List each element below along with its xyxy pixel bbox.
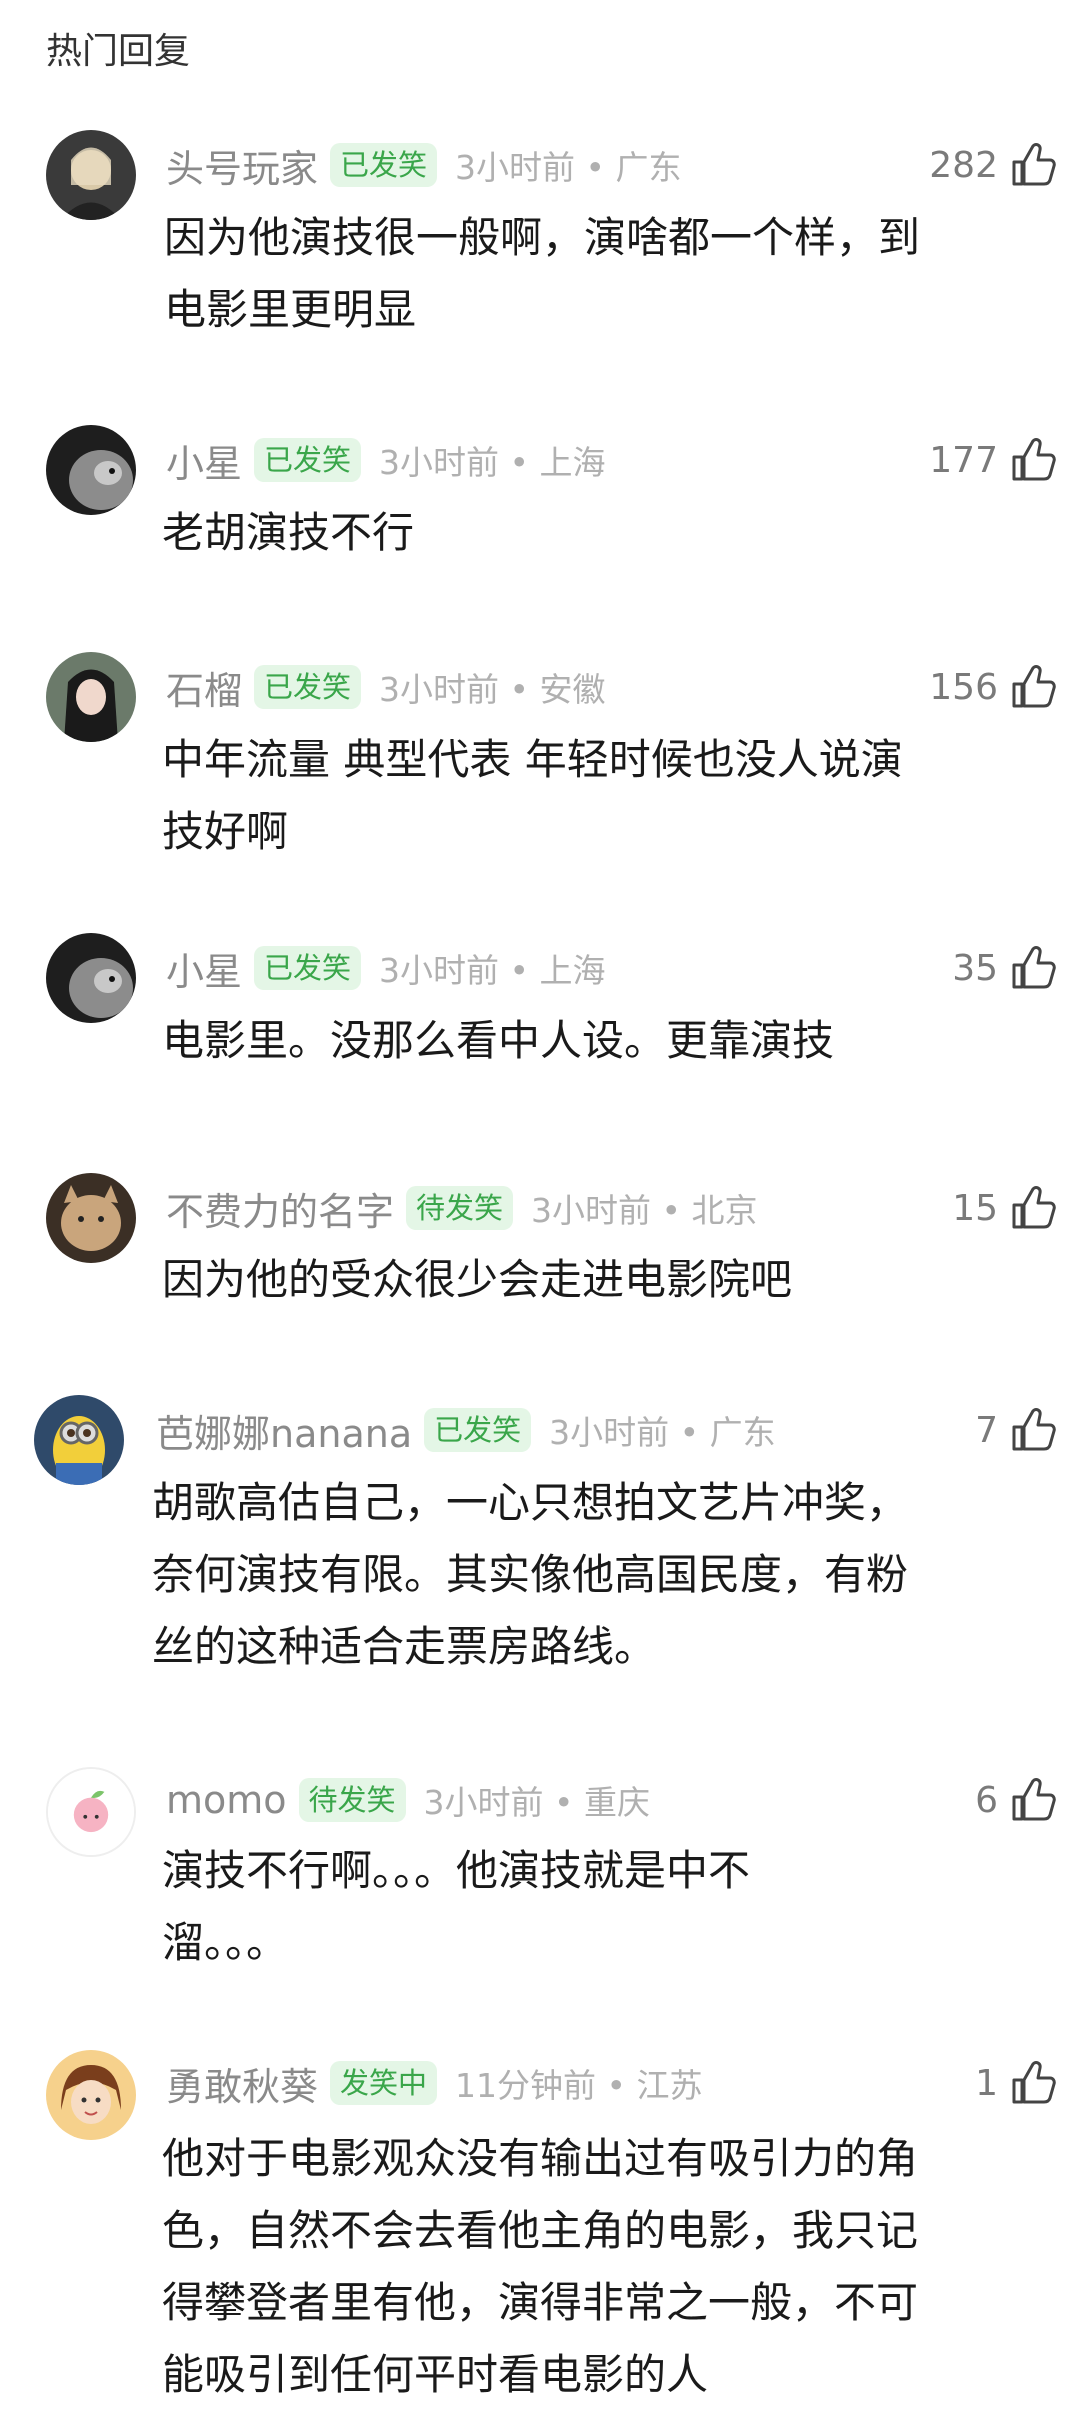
- timestamp-location: 11分钟前 • 江苏: [455, 2066, 703, 2105]
- like-button[interactable]: 7: [975, 1402, 1058, 1458]
- bottom-fade: [0, 2395, 1080, 2435]
- like-count: 15: [952, 1187, 998, 1229]
- comment-text: 电影里。没那么看中人设。更靠演技: [162, 1016, 835, 1065]
- timestamp-location: 3小时前 • 广东: [455, 148, 682, 187]
- status-badge: 发笑中: [330, 2061, 438, 2105]
- like-button[interactable]: 15: [952, 1180, 1058, 1236]
- status-badge: 待发笑: [298, 1778, 406, 1822]
- timestamp-location: 3小时前 • 北京: [531, 1191, 758, 1230]
- username[interactable]: 头号玩家: [166, 138, 318, 193]
- username[interactable]: 小星: [166, 433, 242, 488]
- like-count: 7: [975, 1409, 998, 1451]
- like-count: 177: [929, 439, 998, 481]
- thumbs-up-icon: [1012, 2061, 1056, 2104]
- like-button[interactable]: 156: [929, 659, 1058, 715]
- avatar[interactable]: [46, 1173, 136, 1263]
- timestamp-location: 3小时前 • 上海: [379, 951, 606, 990]
- username[interactable]: momo: [166, 1778, 287, 1822]
- like-button[interactable]: 6: [975, 1772, 1058, 1828]
- thumbs-up-icon: [1012, 1778, 1056, 1821]
- username[interactable]: 小星: [166, 941, 242, 996]
- comment-text: 演技不行啊。。。他演技就是中不 溜。。。: [162, 1846, 751, 1967]
- timestamp-location: 3小时前 • 安徽: [379, 670, 606, 709]
- thumbs-up-icon: [1012, 946, 1056, 989]
- status-badge: 已发笑: [424, 1408, 532, 1452]
- like-count: 156: [929, 666, 998, 708]
- status-badge: 已发笑: [254, 438, 362, 482]
- comment-text: 因为他的受众很少会走进电影院吧: [162, 1255, 793, 1304]
- status-badge: 已发笑: [254, 946, 362, 990]
- like-count: 6: [975, 1779, 998, 1821]
- like-button[interactable]: 1: [975, 2055, 1058, 2111]
- avatar[interactable]: [46, 652, 136, 742]
- avatar[interactable]: [46, 130, 136, 220]
- comment-text: 胡歌高估自己，一心只想拍文艺片冲奖， 奈何演技有限。其实像他高国民度，有粉 丝的…: [152, 1478, 909, 1671]
- username[interactable]: 勇敢秋葵: [166, 2056, 318, 2111]
- timestamp-location: 3小时前 • 广东: [549, 1413, 776, 1452]
- username[interactable]: 芭娜娜nanana: [156, 1403, 412, 1458]
- thumbs-up-icon: [1012, 143, 1056, 186]
- like-button[interactable]: 35: [952, 940, 1058, 996]
- avatar[interactable]: [46, 1767, 136, 1857]
- status-badge: 待发笑: [406, 1186, 514, 1230]
- like-button[interactable]: 177: [929, 432, 1058, 488]
- avatar[interactable]: [46, 933, 136, 1023]
- thumbs-up-icon: [1012, 1186, 1056, 1229]
- timestamp-location: 3小时前 • 上海: [379, 443, 606, 482]
- comment-text: 老胡演技不行: [162, 508, 415, 557]
- like-button[interactable]: 282: [929, 137, 1058, 193]
- username[interactable]: 石榴: [166, 660, 242, 715]
- comment-text: 中年流量 典型代表 年轻时候也没人说演 技好啊: [162, 735, 903, 856]
- thumbs-up-icon: [1012, 1408, 1056, 1451]
- comment-text: 他对于电影观众没有输出过有吸引力的角 色，自然不会去看他主角的电影，我只记 得攀…: [162, 2134, 919, 2399]
- like-count: 1: [975, 2062, 998, 2104]
- avatar[interactable]: [46, 425, 136, 515]
- like-count: 35: [952, 947, 998, 989]
- hot-replies-title: 热门回复: [46, 31, 191, 72]
- avatar[interactable]: [34, 1395, 124, 1485]
- thumbs-up-icon: [1012, 438, 1056, 481]
- status-badge: 已发笑: [254, 665, 362, 709]
- like-count: 282: [929, 144, 998, 186]
- comment-text: 因为他演技很一般啊，演啥都一个样，到 电影里更明显: [164, 213, 921, 334]
- timestamp-location: 3小时前 • 重庆: [423, 1783, 650, 1822]
- status-badge: 已发笑: [330, 143, 438, 187]
- thumbs-up-icon: [1012, 665, 1056, 708]
- username[interactable]: 不费力的名字: [166, 1181, 394, 1236]
- avatar[interactable]: [46, 2050, 136, 2140]
